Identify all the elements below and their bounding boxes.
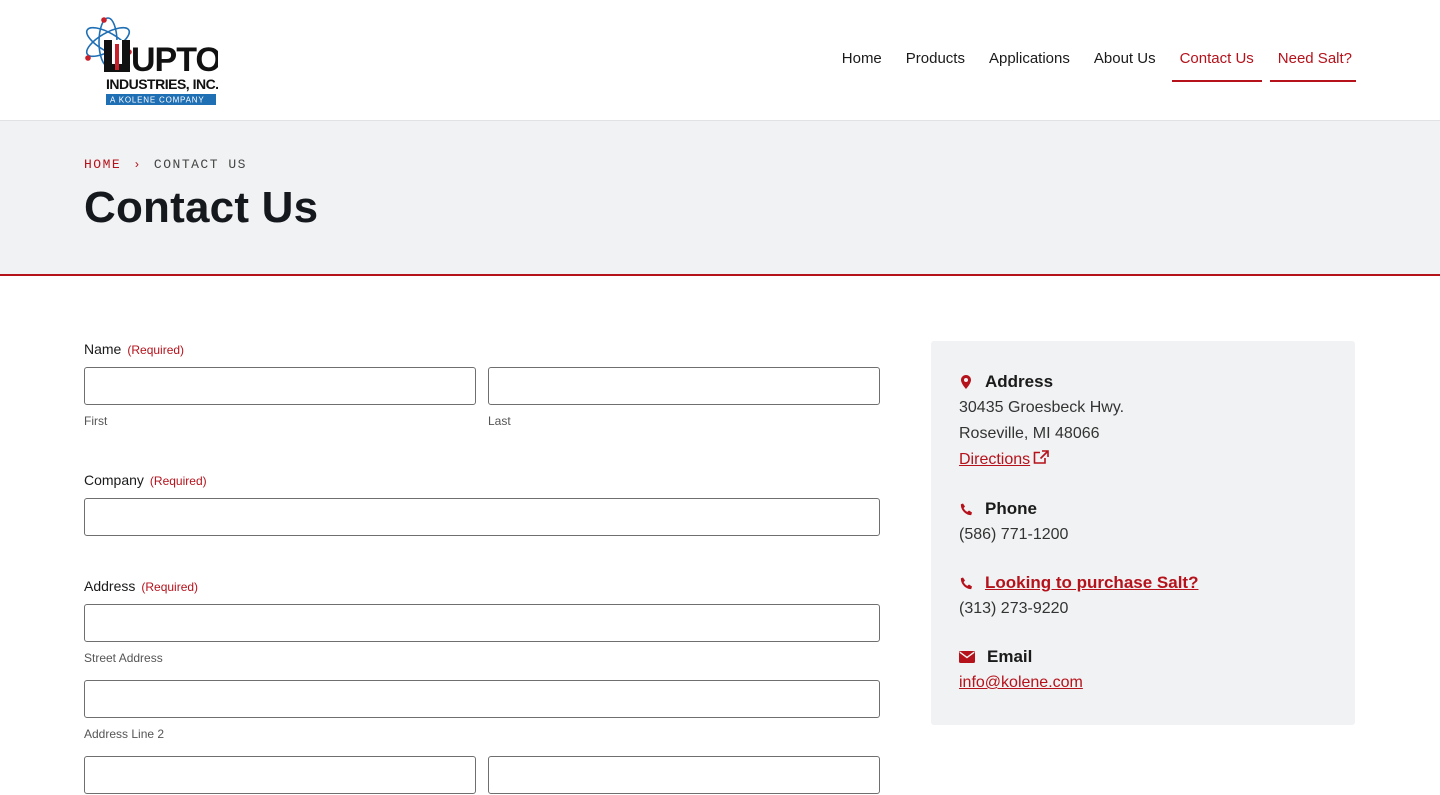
name-label: Name (Required)	[84, 341, 880, 357]
company-label: Company (Required)	[84, 472, 880, 488]
last-name-sublabel: Last	[488, 414, 511, 428]
salt-phone-number: (313) 273-9220	[959, 600, 1069, 617]
phone-heading: Phone	[985, 499, 1037, 518]
address-label: Address (Required)	[84, 578, 880, 594]
breadcrumb-home-link[interactable]: HOME	[84, 157, 121, 172]
nav-home[interactable]: Home	[830, 40, 894, 78]
nav-products[interactable]: Products	[894, 40, 977, 78]
email-block: Email info@kolene.com	[959, 646, 1327, 696]
company-label-text: Company	[84, 472, 144, 488]
upton-logo[interactable]: UPTON INDUSTRIES, INC. A KOLENE COMPANY	[84, 14, 245, 106]
svg-text:UPTON: UPTON	[131, 41, 218, 79]
external-link-icon	[1033, 448, 1049, 474]
street-address-sublabel: Street Address	[84, 651, 163, 665]
phone-number: (586) 771-1200	[959, 526, 1069, 543]
address-block: Address 30435 Groesbeck Hwy. Roseville, …	[959, 371, 1327, 474]
breadcrumb-separator: ›	[133, 157, 142, 172]
site-header: UPTON INDUSTRIES, INC. A KOLENE COMPANY …	[0, 0, 1440, 121]
required-indicator: (Required)	[149, 474, 207, 488]
purchase-salt-link[interactable]: Looking to purchase Salt?	[985, 573, 1198, 593]
phone-block: Phone (586) 771-1200	[959, 498, 1327, 548]
city-input[interactable]	[84, 756, 476, 794]
email-heading: Email	[987, 647, 1033, 666]
salt-block: Looking to purchase Salt? (313) 273-9220	[959, 572, 1327, 622]
svg-text:INDUSTRIES, INC.: INDUSTRIES, INC.	[106, 76, 218, 92]
address-line2-input[interactable]	[84, 680, 880, 718]
address-line1: 30435 Groesbeck Hwy.	[959, 399, 1125, 416]
nav-contact-us[interactable]: Contact Us	[1168, 40, 1266, 82]
name-row: First Last	[84, 367, 880, 428]
phone-icon	[959, 502, 973, 516]
state-input[interactable]	[488, 756, 880, 794]
address-heading: Address	[985, 372, 1054, 391]
address-line2-sublabel: Address Line 2	[84, 727, 165, 741]
phone-icon	[959, 576, 973, 590]
nav-need-salt[interactable]: Need Salt?	[1266, 40, 1357, 82]
page-hero: HOME › CONTACT US Contact Us	[0, 121, 1440, 276]
svg-text:A KOLENE COMPANY: A KOLENE COMPANY	[110, 96, 204, 105]
required-indicator: (Required)	[141, 580, 199, 594]
first-name-sublabel: First	[84, 414, 108, 428]
envelope-icon	[959, 650, 975, 664]
page-title: Contact Us	[84, 183, 319, 232]
nav-applications[interactable]: Applications	[977, 40, 1082, 78]
last-name-input[interactable]	[488, 367, 880, 405]
main-nav: Home Products Applications About Us Cont…	[830, 40, 1357, 82]
breadcrumb-current: CONTACT US	[153, 157, 247, 172]
address-label-text: Address	[84, 578, 136, 594]
name-label-text: Name	[84, 341, 122, 357]
required-indicator: (Required)	[127, 343, 185, 357]
directions-link-text: Directions	[959, 451, 1031, 468]
first-name-input[interactable]	[84, 367, 476, 405]
contact-form: Name (Required) First Last Company (Requ…	[84, 341, 880, 794]
city-state-row	[84, 756, 880, 794]
breadcrumb: HOME › CONTACT US	[84, 157, 247, 172]
nav-about-us[interactable]: About Us	[1082, 40, 1168, 78]
contact-info-card: Address 30435 Groesbeck Hwy. Roseville, …	[931, 341, 1355, 725]
directions-link[interactable]: Directions	[959, 450, 1049, 468]
street-address-input[interactable]	[84, 604, 880, 642]
email-link[interactable]: info@kolene.com	[959, 674, 1083, 691]
address-line2: Roseville, MI 48066	[959, 425, 1100, 442]
logo-graphic: UPTON INDUSTRIES, INC. A KOLENE COMPANY	[85, 17, 245, 105]
map-marker-icon	[959, 375, 973, 389]
company-input[interactable]	[84, 498, 880, 536]
